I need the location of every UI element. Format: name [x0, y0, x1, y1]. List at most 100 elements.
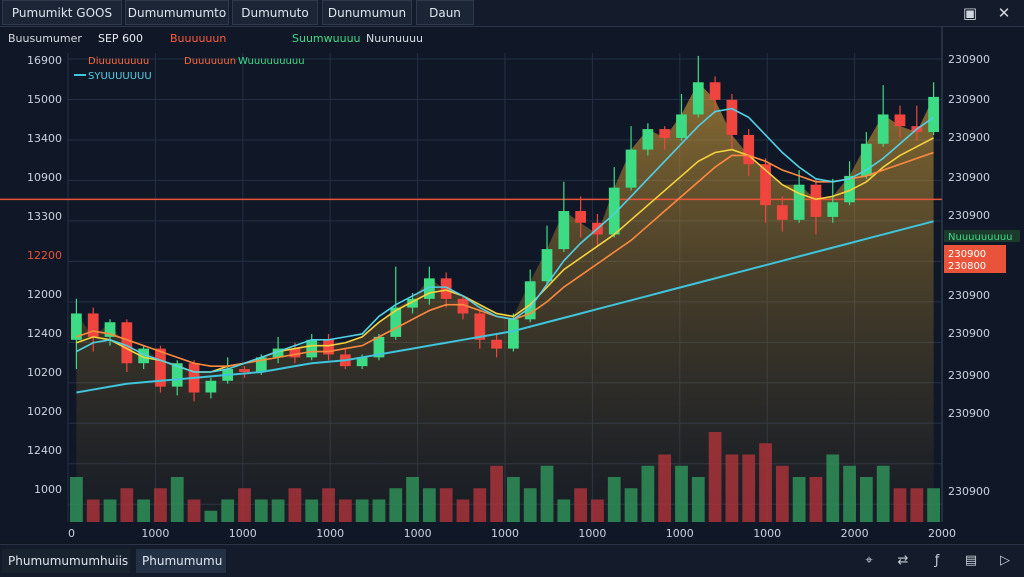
bottom-tab-0[interactable]: Phumumumumhuiis [2, 549, 130, 573]
volume-bar [406, 477, 419, 522]
y-tick-left: 12400 [27, 327, 62, 340]
candle-body [659, 129, 671, 138]
legend-entry: Wuuuuuuuuu [238, 56, 305, 67]
tab-2[interactable]: Dumumuto [232, 0, 318, 25]
y-tick-right: 230900 [948, 327, 990, 340]
x-tick: 0 [68, 527, 75, 540]
candle-body [205, 380, 217, 393]
volume-bar [490, 465, 503, 522]
x-tick: 1000 [753, 527, 781, 540]
compare-icon[interactable]: ⇄ [894, 552, 912, 570]
volume-bar [473, 488, 487, 522]
crosshair-icon[interactable]: ⌖ [860, 552, 878, 570]
candle-body [491, 339, 502, 349]
candle-body [676, 114, 687, 138]
volume-bar [574, 488, 588, 522]
indicator-icon[interactable]: ƒ [928, 552, 946, 570]
volume-bar [792, 477, 806, 522]
legend-header-item: SEP 600 [98, 32, 143, 45]
candle-body [860, 143, 872, 176]
y-tick-right: 230900 [948, 131, 990, 144]
x-tick: 1000 [666, 527, 694, 540]
candle-body [541, 249, 553, 282]
volume-bar [305, 499, 319, 522]
y-tick-left: 12400 [27, 444, 62, 457]
candle-body [726, 99, 738, 135]
tab-0[interactable]: Pumumikt GOOS [2, 0, 122, 25]
top-toolbar: Pumumikt GOOS Dumumumumto Dumumuto Dunum… [0, 0, 1024, 27]
y-tick-left: 12000 [27, 288, 62, 301]
volume-bar [372, 499, 386, 522]
volume-bar [641, 465, 655, 522]
volume-bar [271, 499, 285, 522]
tab-1[interactable]: Dumumumumto [125, 0, 229, 25]
volume-bar [523, 488, 537, 522]
chart-type-icon[interactable]: ▤ [962, 552, 980, 570]
volume-bar [910, 488, 924, 522]
bottom-tab-1[interactable]: Phumumumu [136, 549, 226, 573]
x-tick: 1000 [491, 527, 519, 540]
window-icon[interactable]: ▣ [960, 3, 980, 23]
play-icon[interactable]: ▷ [996, 552, 1014, 570]
volume-bar [254, 499, 268, 522]
y-tick-right: 230900 [948, 407, 990, 420]
y-tick-right: 230900 [948, 209, 990, 222]
price-tag: Nuuuuuuuuu [948, 232, 1013, 243]
candle-body [776, 205, 788, 220]
volume-bar [204, 510, 218, 522]
volume-bar [70, 477, 83, 522]
volume-bar [658, 454, 672, 522]
volume-bar [137, 499, 151, 522]
volume-bar [507, 477, 520, 522]
chart-svg: 16900 15000 13400 10900 13300 12200 12000 12400… [0, 27, 1024, 542]
candle-body [508, 319, 519, 349]
y-tick-right: 230900 [948, 289, 990, 302]
volume-bar [322, 488, 335, 522]
candle-body [827, 202, 839, 217]
volume-bar [591, 499, 604, 522]
y-tick-left: 16900 [27, 54, 62, 67]
x-tick: 1000 [229, 527, 257, 540]
volume-bar [725, 454, 739, 522]
tab-4[interactable]: Daun [416, 0, 474, 25]
y-tick-left: 10900 [27, 171, 62, 184]
y-tick-right: 230900 [948, 369, 990, 382]
candle-body [558, 211, 570, 250]
volume-bar [927, 488, 940, 522]
volume-bar [355, 499, 369, 522]
y-tick-left: 10200 [27, 366, 62, 379]
tab-3[interactable]: Dunumumun [322, 0, 412, 25]
legend-entry: Diuuuuuuuu [88, 56, 149, 67]
volume-bar [775, 465, 789, 522]
legend-header-item: Suumwuuuu [292, 32, 361, 45]
candle-body [894, 114, 906, 127]
candle-body [87, 313, 99, 337]
candle-body [743, 134, 755, 165]
volume-bar [675, 465, 688, 522]
price-tag: 230800 [948, 261, 986, 272]
volume-bar [170, 477, 184, 522]
volume-bar [187, 499, 201, 522]
legend-header-item: Buuuuuun [170, 32, 226, 45]
legend-header-item: Buusumumer [8, 32, 82, 45]
close-icon[interactable]: ✕ [994, 3, 1014, 23]
x-tick: 1000 [141, 527, 169, 540]
volume-bar [859, 477, 873, 522]
candle-body [306, 339, 318, 358]
x-tick: 2000 [841, 527, 869, 540]
candle-body [709, 82, 721, 100]
candle-body [121, 322, 133, 364]
candle-body [810, 184, 822, 217]
volume-bar [624, 488, 638, 522]
y-tick-left: 1000 [34, 483, 62, 496]
legend-header-item: Nuunuuuu [366, 32, 423, 45]
volume-bar [456, 499, 470, 522]
y-tick-right: 230900 [948, 53, 990, 66]
volume-bar [120, 488, 134, 522]
candle-body [692, 82, 704, 115]
volume-bar [389, 488, 403, 522]
candle-body [877, 114, 889, 144]
volume-bar [742, 454, 756, 522]
candle-body [390, 307, 402, 337]
x-tick: 1000 [578, 527, 606, 540]
